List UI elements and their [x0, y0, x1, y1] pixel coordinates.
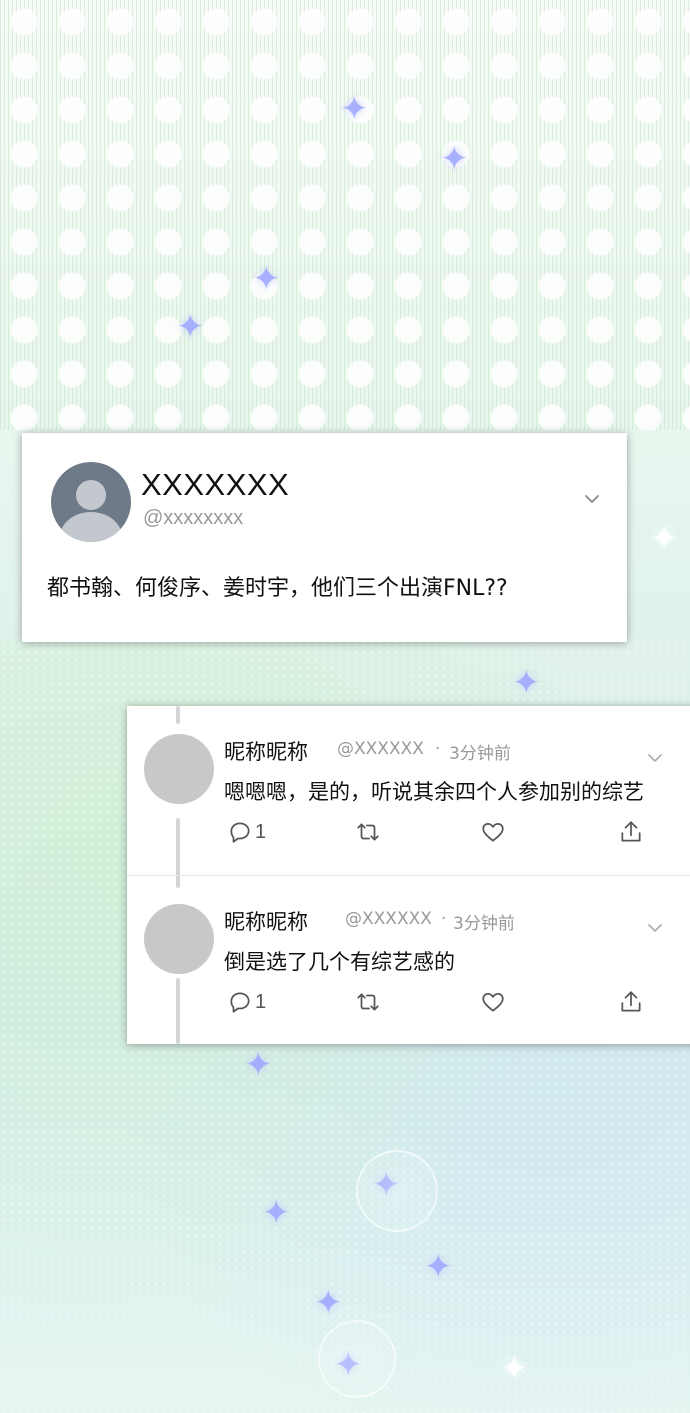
sparkle-decoration: ✦ — [440, 139, 469, 179]
user-handle[interactable]: @xxxxxxxx — [143, 507, 243, 530]
sparkle-decoration: ✦ — [314, 1283, 343, 1323]
share-icon — [621, 991, 641, 1012]
avatar[interactable] — [144, 904, 214, 974]
retweet-icon — [357, 993, 379, 1011]
sparkle-decoration: ✦ — [500, 1349, 529, 1389]
display-name[interactable]: XXXXXXX — [141, 467, 289, 503]
reply-count: 1 — [255, 990, 267, 1013]
sparkle-decoration: ✦ — [262, 1193, 291, 1233]
like-button[interactable] — [480, 818, 506, 846]
default-avatar-icon[interactable] — [51, 462, 131, 542]
reply-timestamp: 3分钟前 — [453, 914, 515, 934]
reply-count: 1 — [255, 820, 267, 843]
meta-separator: · — [435, 739, 441, 759]
bubble-decoration — [318, 1320, 396, 1398]
sparkle-decoration: ✦ — [424, 1247, 453, 1287]
share-button[interactable] — [618, 988, 644, 1016]
meta-separator: · — [441, 909, 447, 929]
reply-text: 嗯嗯嗯，是的，听说其余四个人参加别的综艺 — [224, 780, 644, 804]
reply-timestamp: 3分钟前 — [449, 744, 511, 764]
sparkle-decoration: ✦ — [650, 519, 679, 559]
reply-handle[interactable]: @XXXXXX — [337, 739, 424, 759]
reply-item[interactable]: 昵称昵称 @XXXXXX · 3分钟前 倒是选了几个有综艺感的 1 — [127, 875, 690, 1044]
sparkle-decoration: ✦ — [176, 307, 205, 347]
reply-handle[interactable]: @XXXXXX — [345, 909, 432, 929]
reply-button[interactable]: 1 — [227, 818, 266, 846]
share-button[interactable] — [618, 818, 644, 846]
sparkle-decoration: ✦ — [244, 1045, 273, 1085]
sparkle-decoration: ✦ — [512, 663, 541, 703]
reply-button[interactable]: 1 — [227, 988, 266, 1016]
heart-icon — [482, 823, 504, 842]
like-button[interactable] — [480, 988, 506, 1016]
reply-display-name[interactable]: 昵称昵称 — [224, 736, 308, 766]
share-icon — [621, 821, 641, 842]
reply-text: 倒是选了几个有综艺感的 — [224, 950, 455, 974]
comment-icon — [230, 992, 250, 1013]
heart-icon — [482, 993, 504, 1012]
tweet-text: 都书翰、何俊序、姜时宇，他们三个出演FNL?? — [47, 576, 508, 601]
retweet-button[interactable] — [355, 988, 381, 1016]
retweet-button[interactable] — [355, 818, 381, 846]
comment-icon — [230, 822, 250, 843]
reply-display-name[interactable]: 昵称昵称 — [224, 906, 308, 936]
chevron-down-icon[interactable] — [582, 489, 602, 509]
sparkle-decoration: ✦ — [340, 89, 369, 129]
chevron-down-icon[interactable] — [645, 918, 665, 938]
reply-item[interactable]: 昵称昵称 @XXXXXX · 3分钟前 嗯嗯嗯，是的，听说其余四个人参加别的综艺… — [127, 706, 690, 874]
background-dot-pattern — [0, 0, 690, 430]
avatar[interactable] — [144, 734, 214, 804]
main-tweet-card[interactable]: XXXXXXX @xxxxxxxx 都书翰、何俊序、姜时宇，他们三个出演FNL?… — [22, 433, 627, 642]
bubble-decoration — [356, 1150, 438, 1232]
chevron-down-icon[interactable] — [645, 748, 665, 768]
sparkle-decoration: ✦ — [252, 259, 281, 299]
retweet-icon — [357, 823, 379, 841]
replies-card: 昵称昵称 @XXXXXX · 3分钟前 嗯嗯嗯，是的，听说其余四个人参加别的综艺… — [127, 706, 690, 1044]
